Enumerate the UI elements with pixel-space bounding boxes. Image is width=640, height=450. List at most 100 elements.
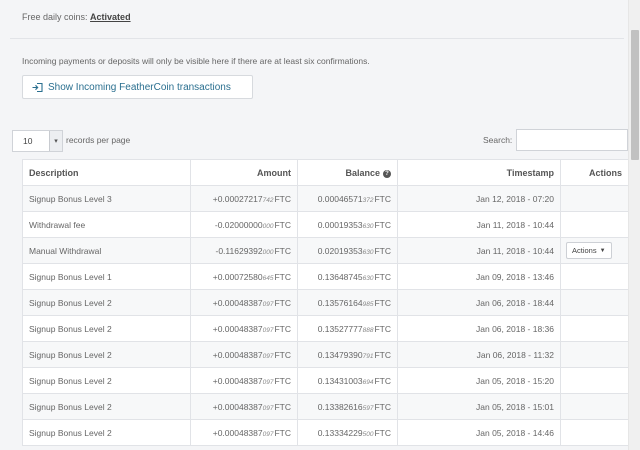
show-incoming-transactions-button[interactable]: Show Incoming FeatherCoin transactions [22, 75, 253, 99]
transaction-balance: 0.02019353630FTC [297, 237, 398, 264]
balance-fraction: 791 [362, 352, 374, 360]
amount-fraction: 000 [262, 248, 274, 256]
table-row: Signup Bonus Level 2 +0.00048387097FTC 0.1… [22, 289, 628, 316]
transaction-amount: +0.00048387097FTC [190, 419, 298, 446]
transaction-amount: +0.00072580645FTC [190, 263, 298, 290]
page-scrollbar[interactable] [628, 0, 640, 450]
table-row: Signup Bonus Level 3 +0.00027217742FTC 0.0… [22, 185, 628, 212]
transaction-amount: +0.00048387097FTC [190, 341, 298, 368]
transactions-page: Free daily coins: Activated Incoming pay… [0, 0, 628, 450]
column-timestamp[interactable]: Timestamp [397, 159, 561, 186]
scrollbar-thumb[interactable] [631, 30, 639, 160]
column-description[interactable]: Description [22, 159, 191, 186]
balance-fraction: 888 [362, 326, 374, 334]
transaction-balance: 0.13382616597FTC [297, 393, 398, 420]
transaction-actions-cell [560, 263, 628, 290]
column-balance-label: Balance [345, 167, 380, 178]
transaction-amount: -0.11629392000FTC [190, 237, 298, 264]
balance-main: 0.13576164 [317, 297, 363, 308]
amount-fraction: 645 [262, 274, 274, 282]
column-amount[interactable]: Amount [190, 159, 298, 186]
amount-unit: FTC [274, 245, 291, 256]
table-row: Signup Bonus Level 1 +0.00072580645FTC 0.1… [22, 263, 628, 290]
transaction-timestamp: Jan 05, 2018 - 15:20 [397, 367, 561, 394]
balance-fraction: 694 [362, 378, 374, 386]
transaction-description: Signup Bonus Level 2 [22, 341, 191, 368]
balance-main: 0.13479390 [317, 349, 363, 360]
free-daily-coins-status: Free daily coins: Activated [22, 12, 131, 22]
balance-unit: FTC [374, 271, 391, 282]
amount-fraction: 097 [262, 378, 274, 386]
transaction-balance: 0.13334229500FTC [297, 419, 398, 446]
table-row: Signup Bonus Level 2 +0.00048387097FTC 0.1… [22, 341, 628, 368]
transaction-actions-cell [560, 419, 628, 446]
transaction-actions-cell [560, 367, 628, 394]
transaction-amount: +0.00048387097FTC [190, 367, 298, 394]
amount-main: +0.00048387 [212, 427, 263, 438]
confirmation-note: Incoming payments or deposits will only … [22, 56, 370, 66]
balance-main: 0.13334229 [317, 427, 363, 438]
balance-unit: FTC [374, 375, 391, 386]
amount-main: +0.00048387 [212, 401, 263, 412]
actions-button-label: Actions [572, 246, 597, 255]
transactions-table: Description Amount Balance? Timestamp Ac… [22, 159, 628, 446]
balance-unit: FTC [374, 297, 391, 308]
amount-unit: FTC [274, 193, 291, 204]
amount-unit: FTC [274, 219, 291, 230]
search-input[interactable] [516, 129, 628, 151]
transaction-balance: 0.13576164985FTC [297, 289, 398, 316]
caret-down-icon: ▼ [599, 247, 606, 254]
transaction-balance: 0.13479390791FTC [297, 341, 398, 368]
table-header-row: Description Amount Balance? Timestamp Ac… [22, 159, 628, 186]
table-row: Withdrawal fee -0.02000000000FTC 0.0001935… [22, 211, 628, 238]
search-label: Search: [483, 135, 513, 145]
free-daily-coins-label: Free daily coins: [22, 12, 88, 22]
balance-fraction: 985 [362, 300, 374, 308]
chevron-down-icon[interactable]: ▾ [49, 131, 62, 151]
transaction-balance: 0.13431003694FTC [297, 367, 398, 394]
amount-fraction: 097 [262, 326, 274, 334]
records-per-page-select[interactable]: 10 ▾ [12, 130, 63, 152]
balance-unit: FTC [374, 245, 391, 256]
amount-unit: FTC [274, 323, 291, 334]
column-balance[interactable]: Balance? [297, 159, 398, 186]
balance-fraction: 630 [362, 274, 374, 282]
transaction-description: Withdrawal fee [22, 211, 191, 238]
transaction-timestamp: Jan 06, 2018 - 11:32 [397, 341, 561, 368]
column-actions: Actions [560, 159, 628, 186]
question-circle-icon[interactable]: ? [383, 169, 391, 178]
table-row: Signup Bonus Level 2 +0.00048387097FTC 0.1… [22, 315, 628, 342]
actions-dropdown-button[interactable]: Actions ▼ [566, 242, 612, 259]
transaction-actions-cell [560, 289, 628, 316]
amount-fraction: 097 [262, 300, 274, 308]
amount-main: +0.00072580 [212, 271, 263, 282]
sign-in-icon [32, 82, 43, 92]
transaction-actions-cell: Actions ▼ [560, 237, 628, 264]
amount-fraction: 097 [262, 430, 274, 438]
amount-unit: FTC [274, 271, 291, 282]
amount-fraction: 097 [262, 404, 274, 412]
transaction-description: Signup Bonus Level 2 [22, 419, 191, 446]
table-row: Signup Bonus Level 2 +0.00048387097FTC 0.1… [22, 367, 628, 394]
balance-unit: FTC [374, 349, 391, 360]
balance-fraction: 630 [362, 222, 374, 230]
amount-unit: FTC [274, 297, 291, 308]
table-row: Signup Bonus Level 2 +0.00048387097FTC 0.1… [22, 419, 628, 446]
amount-fraction: 742 [262, 196, 274, 204]
balance-fraction: 372 [362, 196, 374, 204]
transaction-balance: 0.13527777888FTC [297, 315, 398, 342]
show-incoming-transactions-label: Show Incoming FeatherCoin transactions [48, 81, 231, 93]
amount-fraction: 097 [262, 352, 274, 360]
transaction-description: Manual Withdrawal [22, 237, 191, 264]
table-row: Manual Withdrawal -0.11629392000FTC 0.0201… [22, 237, 628, 264]
transaction-timestamp: Jan 05, 2018 - 14:46 [397, 419, 561, 446]
transaction-amount: +0.00027217742FTC [190, 185, 298, 212]
free-daily-coins-value[interactable]: Activated [90, 12, 131, 22]
transaction-amount: +0.00048387097FTC [190, 315, 298, 342]
balance-main: 0.00046571 [317, 193, 363, 204]
amount-unit: FTC [274, 349, 291, 360]
transaction-timestamp: Jan 11, 2018 - 10:44 [397, 237, 561, 264]
balance-main: 0.13527777 [317, 323, 363, 334]
amount-main: +0.00048387 [212, 297, 263, 308]
transaction-actions-cell [560, 211, 628, 238]
